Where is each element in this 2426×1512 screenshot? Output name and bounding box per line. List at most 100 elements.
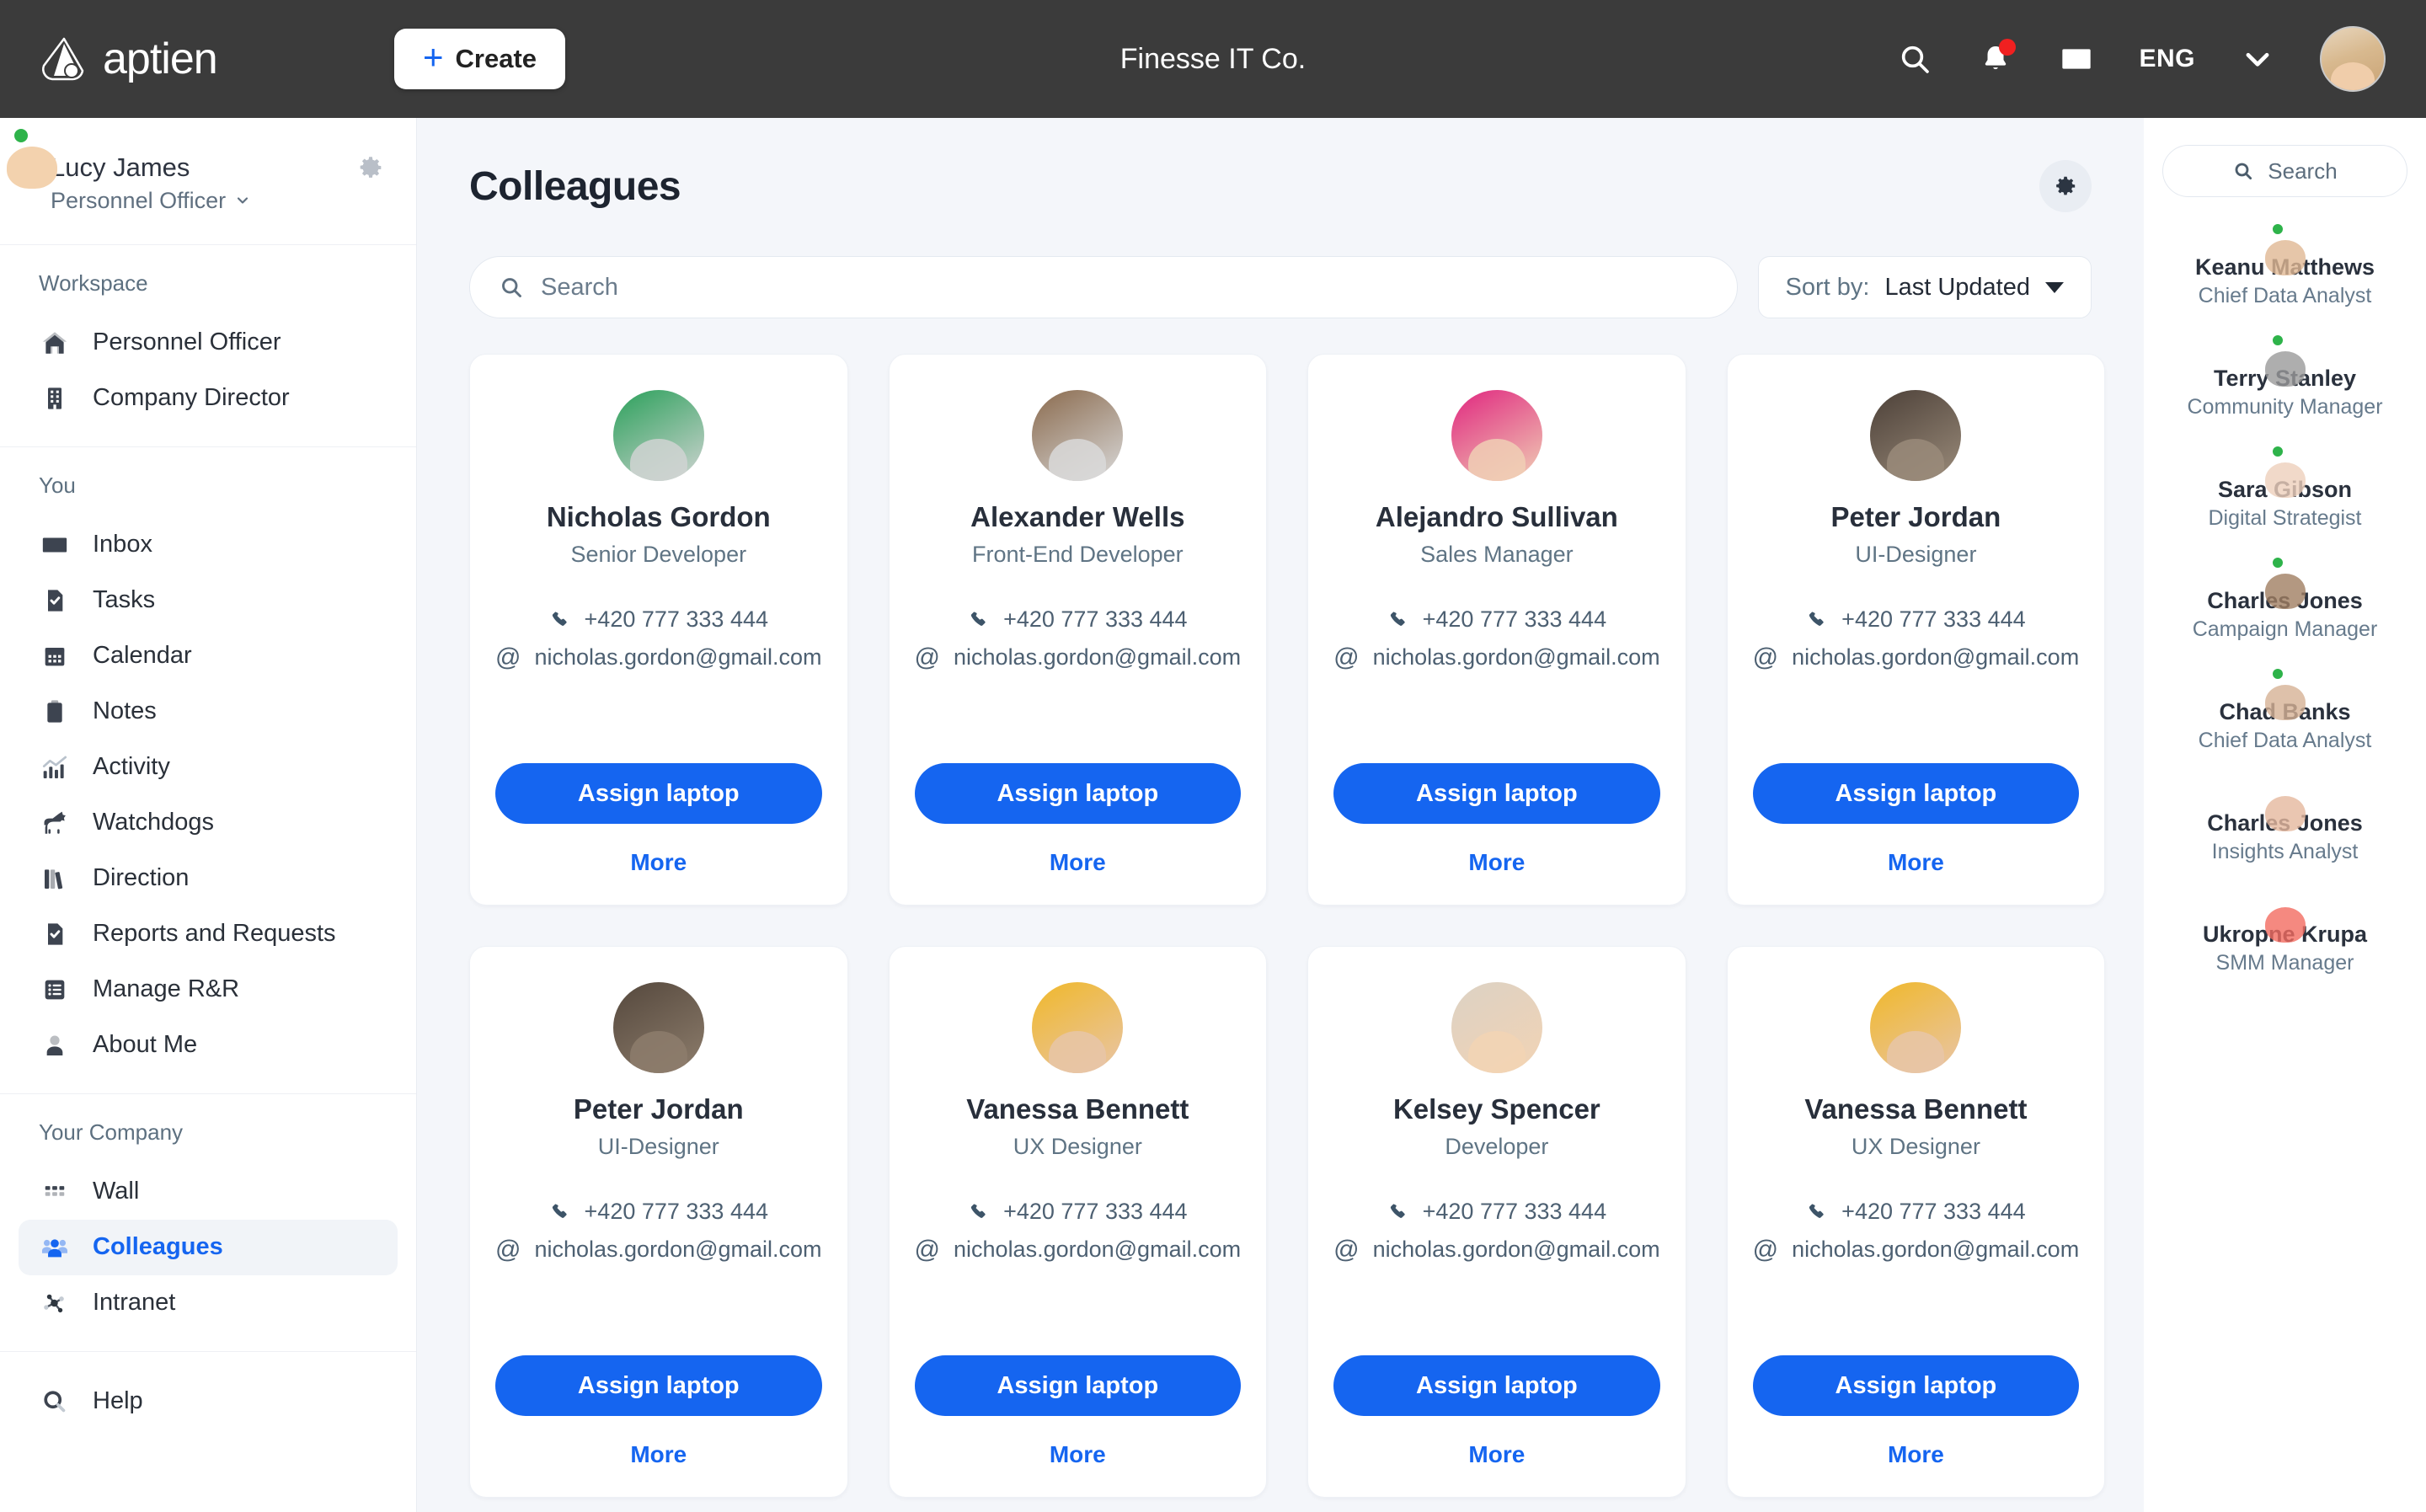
phone-icon xyxy=(1806,1201,1828,1223)
colleague-email-row: @ nicholas.gordon@gmail.com xyxy=(1333,644,1660,671)
more-link[interactable]: More xyxy=(1050,849,1106,876)
colleague-card[interactable]: Peter Jordan UI-Designer +420 777 333 44… xyxy=(1726,354,2106,906)
colleague-card[interactable]: Vanessa Bennett UX Designer +420 777 333… xyxy=(888,946,1268,1498)
more-link[interactable]: More xyxy=(1468,849,1525,876)
app-root: aptien + Create Finesse IT Co. ENG Lucy … xyxy=(0,0,2426,1512)
sidebar-item-direction[interactable]: Direction xyxy=(19,851,398,906)
sidebar-item-help[interactable]: Help xyxy=(19,1374,398,1429)
colleague-card[interactable]: Alejandro Sullivan Sales Manager +420 77… xyxy=(1307,354,1686,906)
contact-list-item[interactable]: Ukropne Krupa SMM Manager xyxy=(2162,896,2407,975)
mail-icon[interactable] xyxy=(2058,40,2095,77)
online-status-dot xyxy=(2269,222,2285,237)
assign-laptop-button[interactable]: Assign laptop xyxy=(1752,763,2080,824)
colleague-email: nicholas.gordon@gmail.com xyxy=(1792,644,2080,670)
contact-list-item[interactable]: Sara Gibson Digital Strategist xyxy=(2162,444,2407,531)
assign-laptop-button[interactable]: Assign laptop xyxy=(495,1355,822,1416)
sidebar-item-watchdogs[interactable]: Watchdogs xyxy=(19,795,398,851)
colleague-role: Sales Manager xyxy=(1420,542,1574,567)
sidebar-settings-gear-icon[interactable] xyxy=(357,153,386,182)
colleague-avatar xyxy=(1870,982,1962,1073)
colleague-email: nicholas.gordon@gmail.com xyxy=(534,644,822,670)
contact-list-item[interactable]: Terry Stanley Community Manager xyxy=(2162,333,2407,419)
right-panel-search-input[interactable]: Search xyxy=(2162,145,2407,197)
sidebar-item-reports-and-requests[interactable]: Reports and Requests xyxy=(19,906,398,962)
contact-list-item[interactable]: Charles Jones Insights Analyst xyxy=(2162,785,2407,864)
assign-laptop-button[interactable]: Assign laptop xyxy=(495,763,822,824)
create-button[interactable]: + Create xyxy=(394,29,566,89)
sidebar-user-block[interactable]: Lucy James Personnel Officer xyxy=(0,118,416,245)
language-selector[interactable]: ENG xyxy=(2139,45,2195,73)
colleague-card[interactable]: Kelsey Spencer Developer +420 777 333 44… xyxy=(1307,946,1686,1498)
colleague-phone-row: +420 777 333 444 xyxy=(549,606,768,633)
colleague-email-row: @ nicholas.gordon@gmail.com xyxy=(915,644,1242,671)
calendar-icon xyxy=(39,640,71,672)
sidebar-user-role-selector[interactable]: Personnel Officer xyxy=(51,188,339,214)
colleague-card[interactable]: Nicholas Gordon Senior Developer +420 77… xyxy=(469,354,848,906)
sidebar-item-activity[interactable]: Activity xyxy=(19,740,398,795)
assign-laptop-button[interactable]: Assign laptop xyxy=(1752,1355,2080,1416)
colleague-card[interactable]: Peter Jordan UI-Designer +420 777 333 44… xyxy=(469,946,848,1498)
report-check-icon xyxy=(39,918,71,950)
at-icon: @ xyxy=(1752,643,1779,671)
colleague-name: Peter Jordan xyxy=(1830,501,2001,532)
colleague-phone-row: +420 777 333 444 xyxy=(1387,606,1606,633)
sidebar-item-manage-rr[interactable]: Manage R&R xyxy=(19,962,398,1018)
sidebar-item-inbox[interactable]: Inbox xyxy=(19,517,398,573)
colleague-email: nicholas.gordon@gmail.com xyxy=(1792,1237,2080,1262)
search-input[interactable]: Search xyxy=(469,256,1738,318)
sidebar-item-about-me[interactable]: About Me xyxy=(19,1018,398,1073)
list-icon xyxy=(39,974,71,1006)
contact-list-item[interactable]: Chad Banks Chief Data Analyst xyxy=(2162,666,2407,753)
colleague-role: UI-Designer xyxy=(1855,542,1977,567)
colleague-phone-row: +420 777 333 444 xyxy=(968,1199,1188,1225)
colleague-avatar xyxy=(1451,390,1542,481)
chevron-down-icon[interactable] xyxy=(2239,40,2276,77)
search-icon[interactable] xyxy=(1896,40,1933,77)
create-button-label: Create xyxy=(455,44,537,73)
colleague-role: UX Designer xyxy=(1013,1134,1142,1159)
colleague-card[interactable]: Alexander Wells Front-End Developer +420… xyxy=(888,354,1268,906)
sidebar-item-notes[interactable]: Notes xyxy=(19,684,398,740)
more-link[interactable]: More xyxy=(1888,1441,1944,1468)
sidebar-item-wall[interactable]: Wall xyxy=(19,1164,398,1220)
sort-dropdown[interactable]: Sort by: Last Updated xyxy=(1757,256,2092,318)
bar-chart-icon xyxy=(39,751,71,783)
contact-role: Chief Data Analyst xyxy=(2198,284,2372,307)
right-panel-contact-list: Keanu Matthews Chief Data Analyst Terry … xyxy=(2162,222,2407,975)
phone-icon xyxy=(968,1201,990,1223)
bell-icon[interactable] xyxy=(1977,39,2017,77)
colleague-card[interactable]: Vanessa Bennett UX Designer +420 777 333… xyxy=(1726,946,2106,1498)
contact-list-item[interactable]: Charles Jones Campaign Manager xyxy=(2162,555,2407,642)
assign-laptop-button[interactable]: Assign laptop xyxy=(1333,763,1660,824)
contact-list-item[interactable]: Keanu Matthews Chief Data Analyst xyxy=(2162,222,2407,308)
sidebar-item-intranet[interactable]: Intranet xyxy=(19,1275,398,1331)
user-avatar[interactable] xyxy=(2320,26,2386,92)
more-link[interactable]: More xyxy=(630,849,687,876)
contact-role: Digital Strategist xyxy=(2208,506,2362,530)
top-bar: aptien + Create Finesse IT Co. ENG xyxy=(0,0,2426,118)
sidebar-item-label: Watchdogs xyxy=(93,809,214,836)
colleague-phone: +420 777 333 444 xyxy=(1003,1199,1188,1224)
assign-laptop-button[interactable]: Assign laptop xyxy=(914,763,1242,824)
more-link[interactable]: More xyxy=(1468,1441,1525,1468)
sidebar-item-tasks[interactable]: Tasks xyxy=(19,573,398,628)
sidebar-item-calendar[interactable]: Calendar xyxy=(19,628,398,684)
assign-laptop-button[interactable]: Assign laptop xyxy=(914,1355,1242,1416)
more-link[interactable]: More xyxy=(1050,1441,1106,1468)
page-settings-gear-icon[interactable] xyxy=(2039,160,2092,212)
more-link[interactable]: More xyxy=(630,1441,687,1468)
sidebar-item-colleagues[interactable]: Colleagues xyxy=(19,1219,398,1275)
sidebar-item-company-director[interactable]: Company Director xyxy=(19,371,398,426)
colleague-role: Senior Developer xyxy=(570,542,747,567)
more-link[interactable]: More xyxy=(1888,849,1944,876)
app-logo[interactable]: aptien xyxy=(40,34,394,84)
at-icon: @ xyxy=(495,643,521,671)
search-help-icon xyxy=(39,1386,71,1418)
assign-laptop-button[interactable]: Assign laptop xyxy=(1333,1355,1660,1416)
sidebar-item-personnel-officer[interactable]: Personnel Officer xyxy=(19,315,398,371)
sidebar-item-label: Manage R&R xyxy=(93,975,240,1003)
phone-icon xyxy=(549,609,571,631)
colleague-name: Kelsey Spencer xyxy=(1392,1093,1600,1125)
online-status-dot xyxy=(12,126,30,145)
colleague-email: nicholas.gordon@gmail.com xyxy=(534,1237,822,1262)
